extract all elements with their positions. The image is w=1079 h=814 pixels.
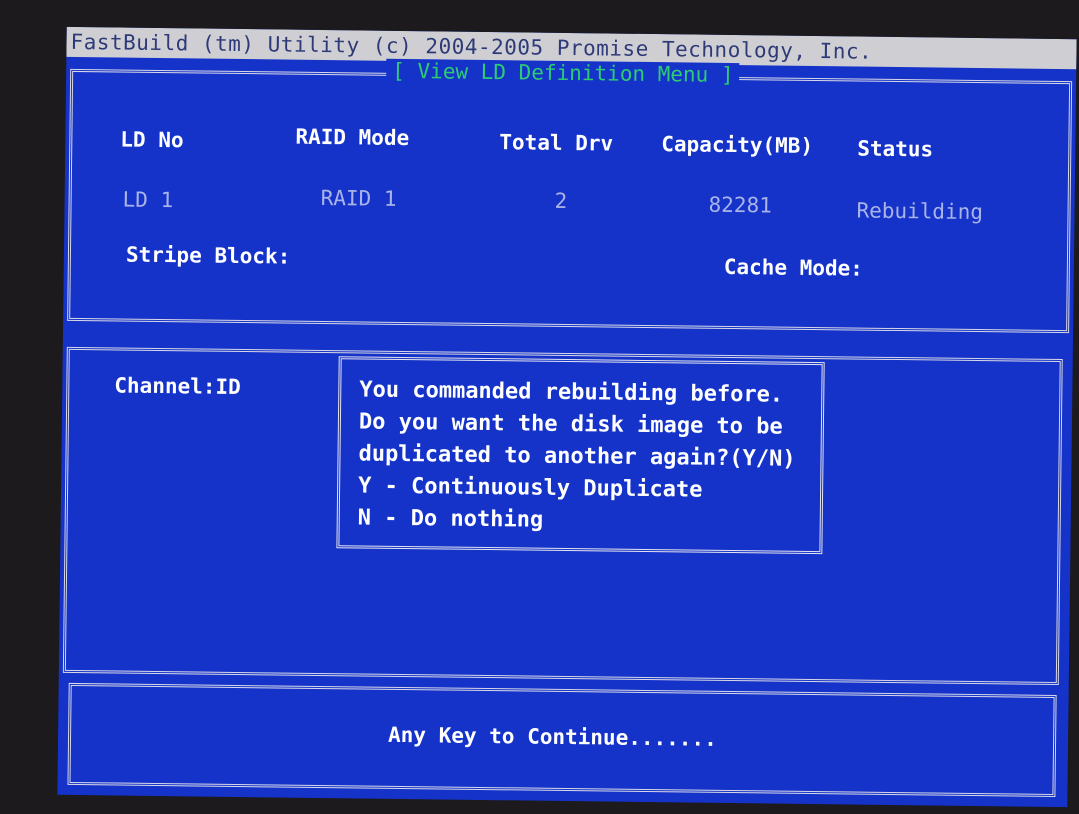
stripe-block-label: Stripe Block: (125, 242, 291, 269)
raid-mode-value: RAID 1 (320, 185, 397, 211)
channel-id-label: Channel:ID (114, 373, 241, 400)
header-raid-mode: RAID Mode (295, 124, 410, 151)
app-title: FastBuild (tm) Utility (c) 2004-2005 Pro… (70, 29, 873, 64)
bios-screen: FastBuild (tm) Utility (c) 2004-2005 Pro… (57, 26, 1077, 808)
option-yes[interactable]: Y - Continuously Duplicate (358, 473, 703, 502)
header-capacity: Capacity(MB) (661, 132, 814, 158)
dialog-line-2: Do you want the disk image to be (358, 409, 783, 440)
status-value: Rebuilding (856, 198, 984, 225)
continue-prompt[interactable]: Any Key to Continue....... (388, 723, 717, 751)
cache-mode-label: Cache Mode: (723, 254, 864, 281)
dialog-line-1: You commanded rebuilding before. (359, 377, 784, 408)
header-ld-no: LD No (120, 127, 184, 153)
rebuild-confirm-dialog: You commanded rebuilding before. Do you … (336, 356, 825, 555)
capacity-value: 82281 (708, 192, 772, 218)
option-no[interactable]: N - Do nothing (358, 505, 544, 532)
header-status: Status (857, 136, 934, 162)
ld-number-value: LD 1 (122, 187, 174, 213)
menu-title: [ View LD Definition Menu ] (386, 58, 740, 88)
header-total-drv: Total Drv (499, 130, 614, 156)
total-drv-value: 2 (554, 188, 568, 213)
dialog-line-3: duplicated to another again?(Y/N) (358, 441, 796, 472)
